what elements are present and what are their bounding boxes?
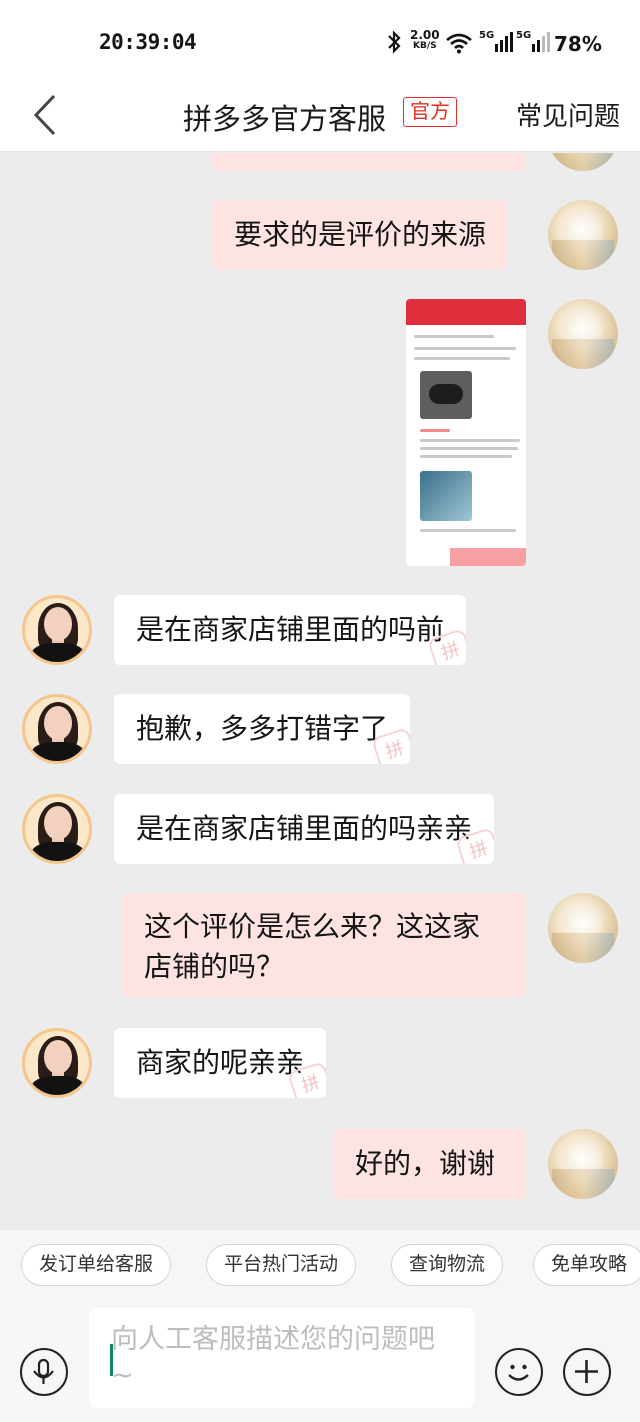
image-button-strip (450, 548, 526, 566)
signal-icon-2: 5G (516, 30, 550, 54)
agent-avatar[interactable] (22, 694, 92, 764)
user-avatar[interactable] (548, 893, 618, 963)
network-speed-unit: KB/S (413, 41, 437, 51)
status-bar: 20:39:04 2.00 KB/S 5G 5G 78% (0, 0, 640, 80)
status-time: 20:39:04 (99, 30, 197, 54)
user-avatar[interactable] (548, 200, 618, 270)
image-text-line (420, 529, 516, 532)
network-speed-value: 2.00 (410, 28, 440, 42)
official-badge: 官方 (403, 97, 457, 127)
chat-bubble-incoming[interactable]: 是在商家店铺里面的吗亲亲 拼 (114, 794, 495, 864)
message-text: 是在商家店铺里面的吗前 (136, 613, 445, 646)
quick-reply-hot-events[interactable]: 平台热门活动 (206, 1244, 357, 1286)
battery-level: 78% (554, 32, 602, 56)
bluetooth-icon (388, 30, 401, 54)
avatar-face (44, 607, 72, 641)
input-bar: 向人工客服描述您的问题吧 ~ (0, 1302, 640, 1422)
chat-bubble-incoming[interactable]: 是在商家店铺里面的吗前 拼 (114, 595, 467, 665)
agent-avatar[interactable] (22, 794, 92, 864)
network-speed: 2.00 KB/S (410, 28, 440, 52)
image-text-line (414, 335, 494, 338)
image-text-line (420, 447, 518, 450)
avatar-face (44, 1040, 72, 1074)
review-photo (420, 471, 472, 521)
message-text: 这个评价是怎么来？这这家店铺的吗？ (144, 910, 481, 983)
image-text-line (420, 455, 512, 458)
chat-bubble-outgoing[interactable]: 好的，谢谢 (333, 1129, 526, 1199)
quick-reply-track-shipping[interactable]: 查询物流 (391, 1244, 504, 1286)
chat-bubble-incoming[interactable]: 商家的呢亲亲 拼 (114, 1028, 327, 1098)
faq-button[interactable]: 常见问题 (516, 96, 620, 133)
message-text: 要求的是评价的来源 (234, 218, 487, 251)
chat-area[interactable]: 要求的是评价的来源 是在商家店铺里面的吗前 拼 抱歉，多多打错字了 拼 是在商家… (0, 153, 640, 1230)
avatar-body (31, 842, 85, 861)
agent-avatar[interactable] (22, 595, 92, 665)
avatar-body (31, 1076, 85, 1095)
page-title: 拼多多官方客服 (183, 102, 387, 136)
avatar-body (31, 643, 85, 662)
message-input-placeholder: 向人工客服描述您的问题吧 ~ (111, 1324, 435, 1391)
image-text-line (414, 357, 510, 360)
avatar-body (31, 742, 85, 761)
message-text: 是在商家店铺里面的吗亲亲 (136, 812, 473, 845)
message-input[interactable]: 向人工客服描述您的问题吧 ~ (89, 1308, 475, 1408)
image-text-line (414, 347, 516, 350)
chat-header: 拼多多官方客服 官方 常见问题 (0, 80, 640, 152)
quick-reply-bar: 发订单给客服 平台热门活动 查询物流 免单攻略 (0, 1230, 640, 1302)
back-icon[interactable] (28, 92, 62, 138)
avatar-face (44, 806, 72, 840)
chat-bubble-outgoing[interactable]: 这个评价是怎么来？这这家店铺的吗？ (122, 893, 526, 998)
image-text-line (420, 429, 450, 432)
agent-avatar[interactable] (22, 1028, 92, 1098)
message-image-thumbnail[interactable] (406, 299, 526, 566)
plus-icon[interactable] (563, 1348, 611, 1396)
emoji-icon[interactable] (495, 1348, 543, 1396)
quick-reply-free-order-guide[interactable]: 免单攻略 (533, 1244, 640, 1286)
microphone-icon[interactable] (20, 1348, 68, 1396)
user-avatar[interactable] (548, 153, 618, 171)
image-text-line (420, 439, 520, 442)
message-text: 商家的呢亲亲 (136, 1046, 305, 1079)
signal-icon-1: 5G (479, 30, 513, 54)
user-avatar[interactable] (548, 1129, 618, 1199)
user-avatar[interactable] (548, 299, 618, 369)
message-text: 抱歉，多多打错字了 (136, 712, 389, 745)
quick-reply-send-order[interactable]: 发订单给客服 (21, 1244, 172, 1286)
avatar-face (44, 706, 72, 740)
chat-bubble-outgoing[interactable]: 要求的是评价的来源 (212, 200, 509, 270)
game-controller-photo (420, 371, 472, 419)
image-header-strip (406, 299, 526, 325)
message-text: 好的，谢谢 (355, 1147, 496, 1180)
chat-bubble-incoming[interactable]: 抱歉，多多打错字了 拼 (114, 694, 411, 764)
wifi-icon (446, 33, 472, 54)
chat-bubble-outgoing-partial (212, 153, 526, 171)
